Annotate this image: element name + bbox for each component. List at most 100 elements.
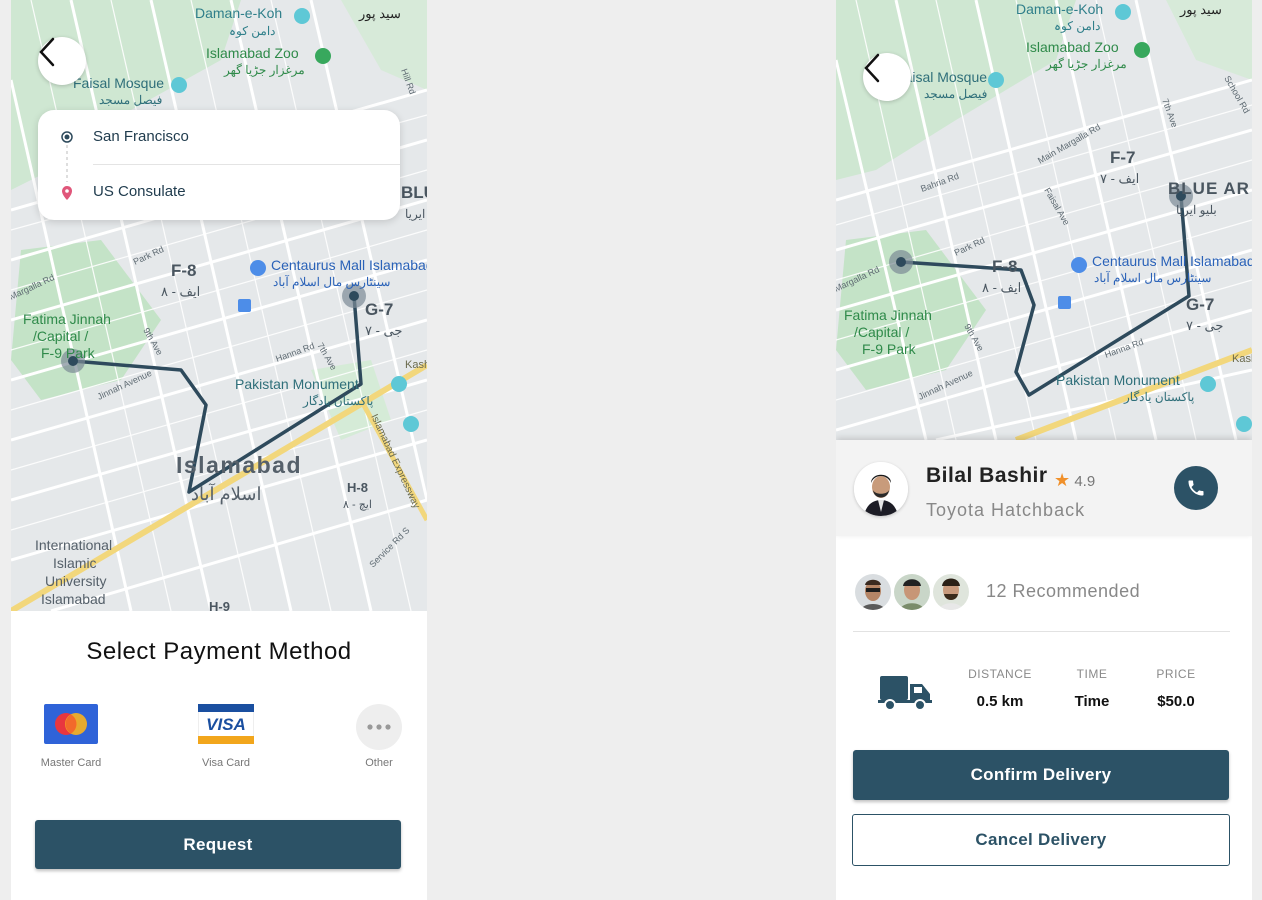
map-label-f7: F-7 bbox=[1110, 148, 1136, 167]
map-label-f8: F-8 bbox=[992, 257, 1018, 276]
map-label-blue-area: BLUE AR bbox=[401, 183, 427, 202]
star-icon: ★ bbox=[1054, 470, 1071, 490]
payment-title: Select Payment Method bbox=[86, 638, 352, 665]
vehicle-name: Toyota Hatchback bbox=[926, 500, 1086, 520]
map-label-university: University bbox=[45, 573, 106, 589]
map-label-h8-ur: ایچ - ۸ bbox=[343, 499, 372, 511]
driver-avatar bbox=[854, 462, 908, 516]
map-label-h9: H-9 bbox=[209, 599, 230, 611]
map-label-fatima: Fatima Jinnah bbox=[23, 311, 111, 327]
visa-label: Visa Card bbox=[201, 757, 251, 769]
other-label: Other bbox=[365, 757, 393, 769]
chevron-left-icon bbox=[39, 37, 55, 67]
stat-distance-header: DISTANCE bbox=[968, 667, 1032, 681]
route-connector-icon bbox=[61, 131, 73, 200]
map-label-intl: International bbox=[35, 537, 112, 553]
request-button[interactable]: Request bbox=[35, 820, 401, 869]
map-label-capital: /Capital / bbox=[854, 324, 909, 340]
map-label-capital: /Capital / bbox=[33, 328, 88, 344]
map-view[interactable]: Daman-e-Koh دامن کوہ سید پور Islamabad Z… bbox=[836, 0, 1252, 440]
map-label-pakistan: Pakistan Monument bbox=[1056, 372, 1180, 388]
back-button[interactable] bbox=[863, 53, 911, 101]
map-label-islamic: Islamic bbox=[53, 555, 97, 571]
map-label-centaurus: Centaurus Mall Islamabad bbox=[271, 257, 427, 273]
payment-option-visa[interactable]: VISA Visa Card bbox=[176, 703, 276, 769]
cancel-delivery-button[interactable]: Cancel Delivery bbox=[852, 814, 1230, 866]
payment-screen: Daman-e-Koh دامن کوہ سید پور Islamabad Z… bbox=[11, 0, 427, 900]
map-label-blue-area-ur: بلیو ایریا bbox=[1176, 203, 1217, 217]
destination-field[interactable]: US Consulate bbox=[93, 183, 186, 200]
map-label-f8-ur: ایف - ۸ bbox=[161, 284, 200, 299]
map-label-pakistan-ur: پاکستان یادگار bbox=[302, 394, 373, 408]
call-button[interactable] bbox=[1174, 466, 1218, 510]
map-label-g7: G-7 bbox=[365, 300, 393, 319]
phone-icon bbox=[1188, 480, 1204, 496]
stat-distance-value: 0.5 km bbox=[976, 693, 1024, 710]
stat-distance: DISTANCE 0.5 km bbox=[964, 667, 1036, 710]
map-label-sayed: سید پور bbox=[1179, 2, 1222, 18]
truck-icon bbox=[878, 676, 932, 711]
recommender-avatar-3 bbox=[931, 572, 971, 612]
rating-value: 4.9 bbox=[1074, 473, 1096, 490]
payment-option-other[interactable]: Other bbox=[329, 704, 427, 769]
map-label-zoo: Islamabad Zoo bbox=[1026, 39, 1119, 55]
recommender-avatar-1 bbox=[853, 572, 893, 612]
stat-time: TIME Time bbox=[1062, 667, 1122, 710]
map-label-zoo-ur: مرغزار جڑیا گھر bbox=[223, 63, 305, 77]
map-label-centaurus-ur: سینٹارس مال اسلام آباد bbox=[273, 274, 390, 289]
recommender-avatar-2 bbox=[892, 572, 932, 612]
map-label-g7-ur: جی - ۷ bbox=[1186, 318, 1223, 333]
driver-photo bbox=[854, 462, 908, 516]
visa-card-icon: VISA bbox=[197, 703, 255, 745]
stat-time-header: TIME bbox=[1076, 667, 1108, 681]
map-label-faisal-ur: فیصل مسجد bbox=[924, 87, 987, 101]
origin-field[interactable]: San Francisco bbox=[93, 128, 189, 145]
map-label-f8: F-8 bbox=[171, 261, 197, 280]
stat-price-value: $50.0 bbox=[1157, 693, 1195, 710]
map-label-isb: Islamabad bbox=[41, 591, 106, 607]
map-label-daman-ur: دامن کوہ bbox=[229, 24, 276, 38]
mastercard-icon bbox=[44, 704, 98, 744]
driver-name: Bilal Bashir bbox=[926, 464, 1048, 487]
map-label-islamabad-ur: اسلام آباد bbox=[191, 483, 261, 505]
payment-option-mastercard[interactable]: Master Card bbox=[21, 704, 121, 769]
confirm-delivery-button[interactable]: Confirm Delivery bbox=[853, 750, 1229, 800]
map-label-kashmir: Kashmir bbox=[405, 359, 427, 371]
driver-card: Bilal Bashir ★ 4.9 Toyota Hatchback bbox=[836, 440, 1252, 536]
more-dots-icon bbox=[356, 704, 402, 750]
chevron-left-icon bbox=[864, 53, 880, 83]
map-label-sayed: سید پور bbox=[358, 6, 401, 22]
stat-price: PRICE $50.0 bbox=[1144, 667, 1208, 710]
route-card: San Francisco US Consulate bbox=[38, 110, 400, 220]
map-canvas: Daman-e-Koh دامن کوہ سید پور Islamabad Z… bbox=[11, 0, 427, 611]
map-label-h8: H-8 bbox=[347, 480, 368, 495]
back-button[interactable] bbox=[38, 37, 86, 85]
map-label-fatima: Fatima Jinnah bbox=[844, 307, 932, 323]
map-label-daman-ur: دامن کوہ bbox=[1054, 19, 1101, 33]
map-label-f7-ur: ایف - ۷ bbox=[1100, 171, 1139, 186]
map-label-blue-area: BLUE AR bbox=[1168, 179, 1250, 198]
map-label-g7-ur: جی - ۷ bbox=[365, 323, 402, 338]
map-label-pakistan-ur: پاکستان یادگار bbox=[1123, 390, 1194, 404]
mastercard-label: Master Card bbox=[40, 757, 102, 769]
recommended-count: 12 Recommended bbox=[986, 581, 1141, 601]
map-label-centaurus-ur: سینٹارس مال اسلام آباد bbox=[1094, 270, 1211, 285]
stat-time-value: Time bbox=[1074, 693, 1110, 710]
route-divider bbox=[93, 164, 400, 165]
map-label-pakistan: Pakistan Monument bbox=[235, 376, 359, 392]
map-label-zoo-ur: مرغزار جڑیا گھر bbox=[1045, 57, 1127, 71]
map-label-centaurus: Centaurus Mall Islamabad bbox=[1092, 253, 1252, 269]
map-label-f9-park: F-9 Park bbox=[862, 341, 917, 357]
stat-price-header: PRICE bbox=[1156, 667, 1196, 681]
map-label-kashmir: Kashmir bbox=[1232, 353, 1252, 365]
delivery-screen: Daman-e-Koh دامن کوہ سید پور Islamabad Z… bbox=[836, 0, 1252, 900]
map-label-f8-ur: ایف - ۸ bbox=[982, 280, 1021, 295]
map-label-g7: G-7 bbox=[1186, 295, 1214, 314]
map-label-blue-area-ur: بلیو ایریا bbox=[405, 207, 427, 221]
divider bbox=[853, 631, 1230, 632]
map-label-f9-park: F-9 Park bbox=[41, 345, 96, 361]
driver-rating: ★ 4.9 bbox=[1054, 470, 1095, 491]
map-label-islamabad: Islamabad bbox=[176, 452, 302, 478]
map-label-zoo: Islamabad Zoo bbox=[206, 45, 299, 61]
map-view[interactable]: Daman-e-Koh دامن کوہ سید پور Islamabad Z… bbox=[11, 0, 427, 611]
